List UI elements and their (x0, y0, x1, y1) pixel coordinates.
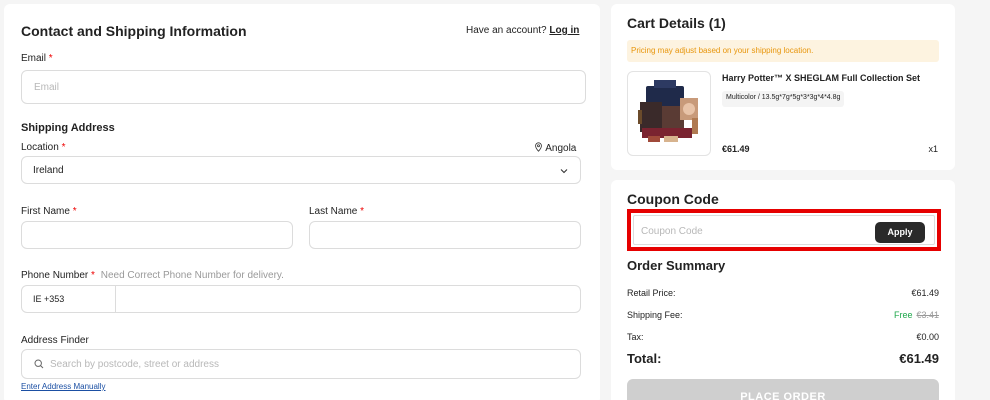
shipping-fee-value: Free €3.41 (894, 310, 939, 320)
order-summary-title: Order Summary (627, 258, 726, 273)
phone-hint: Need Correct Phone Number for delivery. (100, 270, 284, 281)
total-value: €61.49 (899, 351, 939, 366)
product-image[interactable] (627, 71, 711, 156)
email-placeholder: Email (34, 82, 60, 93)
coupon-placeholder: Coupon Code (641, 226, 703, 237)
location-hint[interactable]: Angola (534, 142, 576, 154)
shipping-title: Shipping Address (21, 122, 115, 134)
email-field[interactable]: Email (21, 70, 586, 104)
location-value: Ireland (33, 165, 64, 176)
phone-country-code[interactable]: IE +353 (22, 286, 116, 312)
first-name-field[interactable] (21, 221, 293, 249)
coupon-input[interactable]: Coupon Code Apply (633, 215, 935, 245)
location-label: Location * (21, 142, 66, 153)
product-image-graphic (638, 80, 698, 142)
total-row: Total: €61.49 (627, 351, 939, 366)
have-account-text: Have an account? Log in (466, 25, 580, 36)
phone-label: Phone Number * Need Correct Phone Number… (21, 270, 284, 281)
product-qty: x1 (928, 144, 938, 154)
location-pin-icon (535, 142, 542, 152)
contact-shipping-panel: Contact and Shipping Information Have an… (4, 4, 600, 400)
cart-details-panel: Cart Details (1) Pricing may adjust base… (611, 4, 955, 170)
enter-address-manually-link[interactable]: Enter Address Manually (21, 382, 106, 391)
phone-field[interactable]: IE +353 (21, 285, 581, 313)
cart-title: Cart Details (1) (627, 15, 726, 31)
shipping-free: Free (893, 310, 913, 320)
pricing-notice: Pricing may adjust based on your shippin… (627, 40, 939, 62)
retail-price-value: €61.49 (911, 288, 939, 298)
tax-value: €0.00 (916, 332, 939, 342)
chevron-down-icon (560, 169, 568, 174)
last-name-label: Last Name * (309, 206, 365, 217)
last-name-field[interactable] (309, 221, 581, 249)
coupon-highlight: Coupon Code Apply (627, 209, 941, 251)
apply-coupon-button[interactable]: Apply (875, 222, 925, 243)
location-select[interactable]: Ireland (21, 156, 581, 184)
shipping-fee-row: Shipping Fee: Free €3.41 (627, 310, 939, 320)
contact-title: Contact and Shipping Information (21, 23, 247, 39)
address-finder-label: Address Finder (21, 335, 89, 346)
coupon-summary-panel: Coupon Code Coupon Code Apply Order Summ… (611, 180, 955, 400)
first-name-label: First Name * (21, 206, 77, 217)
address-finder-placeholder: Search by postcode, street or address (50, 359, 219, 370)
product-price: €61.49 (722, 144, 750, 154)
tax-row: Tax: €0.00 (627, 332, 939, 342)
login-link[interactable]: Log in (549, 25, 579, 36)
coupon-title: Coupon Code (627, 191, 719, 207)
search-icon (34, 359, 44, 369)
product-name[interactable]: Harry Potter™ X SHEGLAM Full Collection … (722, 73, 920, 83)
address-finder-input[interactable]: Search by postcode, street or address (21, 349, 581, 379)
product-variant: Multicolor / 13.5g*7g*5g*3*3g*4*4.8g (722, 91, 845, 107)
email-label: Email * (21, 53, 53, 64)
retail-price-row: Retail Price: €61.49 (627, 288, 939, 298)
place-order-button[interactable]: PLACE ORDER (627, 379, 939, 400)
shipping-old-price: €3.41 (916, 310, 939, 320)
